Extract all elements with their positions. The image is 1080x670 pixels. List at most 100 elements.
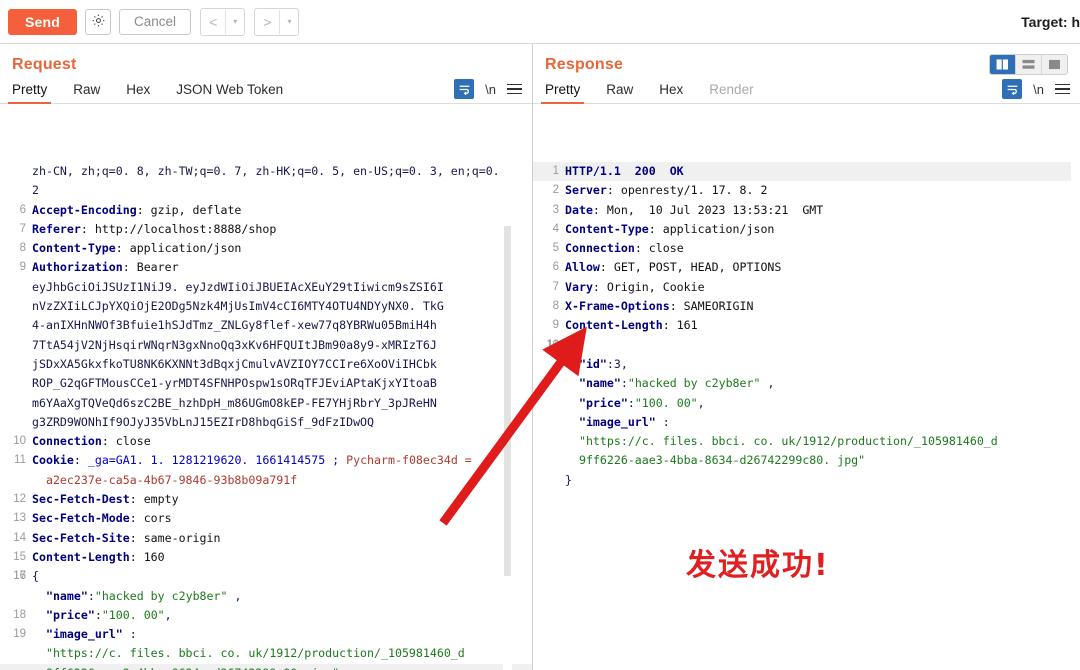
code-text: Sec-Fetch-Site: same-origin — [32, 530, 221, 545]
success-annotation-text: 发送成功! — [686, 548, 830, 583]
tab-json-web-token[interactable]: JSON Web Token — [176, 82, 283, 103]
code-text: 2 — [32, 183, 39, 198]
back-nav-button[interactable]: < ▾ — [200, 7, 246, 36]
line-number: 5 — [552, 242, 559, 255]
top-toolbar: Send Cancel < ▾ > ▾ Target: h — [0, 0, 1080, 44]
tab-pretty[interactable]: Pretty — [7, 82, 52, 104]
layout-single-button[interactable] — [1042, 55, 1067, 74]
code-line: jSDxXA5GkxfkoTU8NK6KXNNt3dBqxjCmulvAVZIO… — [0, 355, 532, 374]
code-line: 2 Server: openresty/1. 17. 8. 2 — [533, 181, 1080, 200]
code-line: 11 Cookie: _ga=GA1. 1. 1281219620. 166141… — [0, 451, 532, 470]
layout-side-by-side-button[interactable] — [990, 55, 1016, 74]
tab-raw[interactable]: Raw — [73, 82, 100, 103]
code-text: m6YAaXgTQVeQd6szC2BE_hzhDpH_m86UGmO8kEP-… — [32, 395, 437, 410]
response-editor[interactable]: 1 HTTP/1.1 200 OK 2 Server: openresty/1. 17… — [533, 162, 1080, 670]
scrollbar-thumb[interactable] — [504, 226, 511, 576]
word-wrap-icon[interactable] — [1002, 79, 1023, 99]
code-line: 2 — [0, 181, 532, 200]
request-tabs: Pretty Raw Hex JSON Web Token \n — [0, 74, 532, 104]
code-text: "image_url" : — [45, 627, 137, 642]
code-line: 13 Sec-Fetch-Mode: cors — [0, 509, 532, 528]
code-text: Server: openresty/1. 17. 8. 2 — [565, 183, 768, 198]
code-text: 4-anIXHnNWOf3Bfuie1hSJdTmz_ZNLGy8flef-xe… — [32, 318, 437, 333]
code-text: Content-Type: application/json — [32, 241, 242, 256]
line-number: 6 — [552, 261, 559, 274]
newline-toggle[interactable]: \n — [485, 82, 496, 97]
code-line: "https://c. files. bbci. co. uk/1912/pro… — [0, 644, 532, 663]
code-line: 12 Sec-Fetch-Dest: empty — [0, 490, 532, 509]
code-text: Sec-Fetch-Dest: empty — [32, 492, 179, 507]
code-line: 4-anIXHnNWOf3Bfuie1hSJdTmz_ZNLGy8flef-xe… — [0, 316, 532, 335]
tab-hex[interactable]: Hex — [659, 82, 683, 103]
line-number: 6 — [19, 203, 26, 216]
target-label: Target: h — [1021, 13, 1080, 30]
code-text: Content-Length: 161 — [565, 318, 698, 333]
line-number: 9 — [552, 319, 559, 332]
line-number: 7 — [552, 280, 559, 293]
code-line: 9 Authorization: Bearer — [0, 258, 532, 277]
line-number: 8 — [19, 242, 26, 255]
code-text: Allow: GET, POST, HEAD, OPTIONS — [565, 260, 782, 275]
code-line: 18 "price":"100. 00", — [0, 606, 532, 625]
line-number: 11 — [14, 454, 26, 467]
chevron-right-icon: > — [263, 13, 272, 30]
code-text: Cookie: _ga=GA1. 1. 1281219620. 16614145… — [32, 453, 472, 468]
code-line: ROP_G2qGFTMousCCe1-yrMDT4SFNHPOspw1sORqT… — [0, 374, 532, 393]
code-text: 9ff6226-aae3-4bba-8634-d26742299c80. jpg… — [565, 453, 866, 468]
code-line: a2ec237e-ca5a-4b67-9846-93b8b09a791f — [0, 471, 532, 490]
forward-nav-button[interactable]: > ▾ — [254, 7, 300, 36]
code-line: 17 { — [0, 567, 532, 586]
code-text: "name":"hacked by c2yb8er" , — [45, 588, 242, 603]
code-line: 5 Connection: close — [533, 239, 1080, 258]
code-text: Vary: Origin, Cookie — [565, 279, 705, 294]
code-line: m6YAaXgTQVeQd6szC2BE_hzhDpH_m86UGmO8kEP-… — [0, 394, 532, 413]
hamburger-menu-icon[interactable] — [507, 83, 522, 95]
word-wrap-icon[interactable] — [454, 79, 475, 99]
request-editor[interactable]: zh-CN, zh;q=0. 8, zh-TW;q=0. 7, zh-HK;q=… — [0, 162, 532, 670]
code-text: "price":"100. 00", — [45, 607, 172, 622]
code-text: Accept-Encoding: gzip, deflate — [32, 202, 242, 217]
line-number: 14 — [13, 531, 26, 544]
line-number: 13 — [13, 512, 26, 525]
response-tab-actions: \n — [1002, 79, 1080, 103]
line-number: 4 — [552, 222, 559, 235]
code-line: g3ZRD9WONhIf9OJyJ35VbLnJ15EZIrD8hbqGiSf_… — [0, 413, 532, 432]
line-number: 11 — [547, 338, 559, 351]
code-text: a2ec237e-ca5a-4b67-9846-93b8b09a791f — [32, 472, 298, 487]
tab-pretty[interactable]: Pretty — [540, 82, 585, 104]
code-line: "price":"100. 00", — [533, 394, 1080, 413]
code-text: Sec-Fetch-Mode: cors — [32, 511, 172, 526]
tab-hex[interactable]: Hex — [126, 82, 150, 103]
request-vertical-scrollbar[interactable] — [503, 162, 512, 670]
code-text: HTTP/1.1 200 OK — [565, 164, 684, 178]
line-number: 1 — [552, 165, 559, 177]
code-text: "id":3, — [578, 356, 628, 371]
code-line: "id":3, — [533, 355, 1080, 374]
newline-toggle[interactable]: \n — [1033, 82, 1044, 97]
code-text: Content-Type: application/json — [565, 221, 775, 236]
line-number: 3 — [552, 203, 559, 216]
response-vertical-scrollbar[interactable] — [1071, 162, 1080, 670]
code-line: 11 { — [533, 336, 1080, 355]
code-line: zh-CN, zh;q=0. 8, zh-TW;q=0. 7, zh-HK;q=… — [0, 162, 532, 181]
cancel-button[interactable]: Cancel — [119, 8, 192, 35]
code-text: g3ZRD9WONhIf9OJyJ35VbLnJ15EZIrD8hbqGiSf_… — [32, 414, 375, 429]
code-text: 7TtA54jV2NjHsqirWNqrN3gxNnoQq3xKv6HFQUIt… — [32, 337, 437, 352]
code-line: 9 Content-Length: 161 — [533, 316, 1080, 335]
code-line: "https://c. files. bbci. co. uk/1912/pro… — [533, 432, 1080, 451]
settings-gear-button[interactable] — [85, 8, 112, 35]
send-button[interactable]: Send — [8, 8, 78, 35]
tab-render[interactable]: Render — [709, 82, 753, 103]
code-text: "name":"hacked by c2yb8er" , — [578, 376, 775, 391]
code-line: "name":"hacked by c2yb8er" , — [0, 587, 532, 606]
layout-stacked-button[interactable] — [1016, 55, 1042, 74]
code-line: } — [533, 471, 1080, 490]
code-text: } — [565, 472, 572, 487]
code-line: 6 Allow: GET, POST, HEAD, OPTIONS — [533, 258, 1080, 277]
code-text: "https://c. files. bbci. co. uk/1912/pro… — [565, 434, 998, 449]
hamburger-menu-icon[interactable] — [1055, 83, 1070, 95]
code-line: 15 Content-Length: 160 — [0, 548, 532, 567]
code-text: eyJhbGciOiJSUzI1NiJ9. eyJzdWIiOiJBUEIAcX… — [32, 279, 444, 294]
chevron-down-icon: ▾ — [233, 17, 238, 26]
tab-raw[interactable]: Raw — [606, 82, 633, 103]
